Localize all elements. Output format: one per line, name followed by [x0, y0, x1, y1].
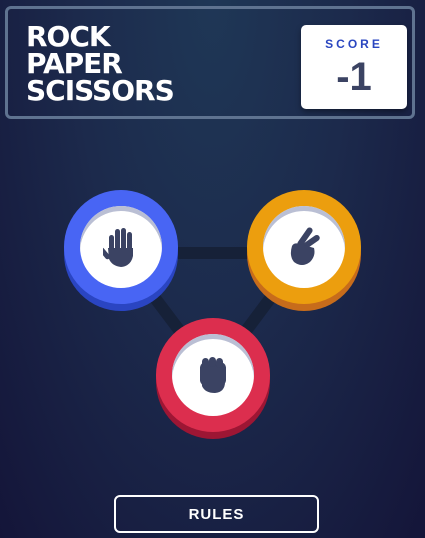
triangle-background [115, 247, 310, 381]
scissors-button[interactable] [247, 190, 361, 304]
hand-rock-icon [200, 357, 226, 393]
hand-scissors-icon [290, 227, 320, 265]
paper-button[interactable] [64, 190, 178, 304]
rock-button[interactable] [156, 318, 270, 432]
rules-button[interactable]: RULES [114, 495, 319, 533]
scissors-inner [263, 206, 345, 288]
paper-inner [80, 206, 162, 288]
rock-inner [172, 334, 254, 416]
hand-paper-icon [103, 228, 133, 267]
